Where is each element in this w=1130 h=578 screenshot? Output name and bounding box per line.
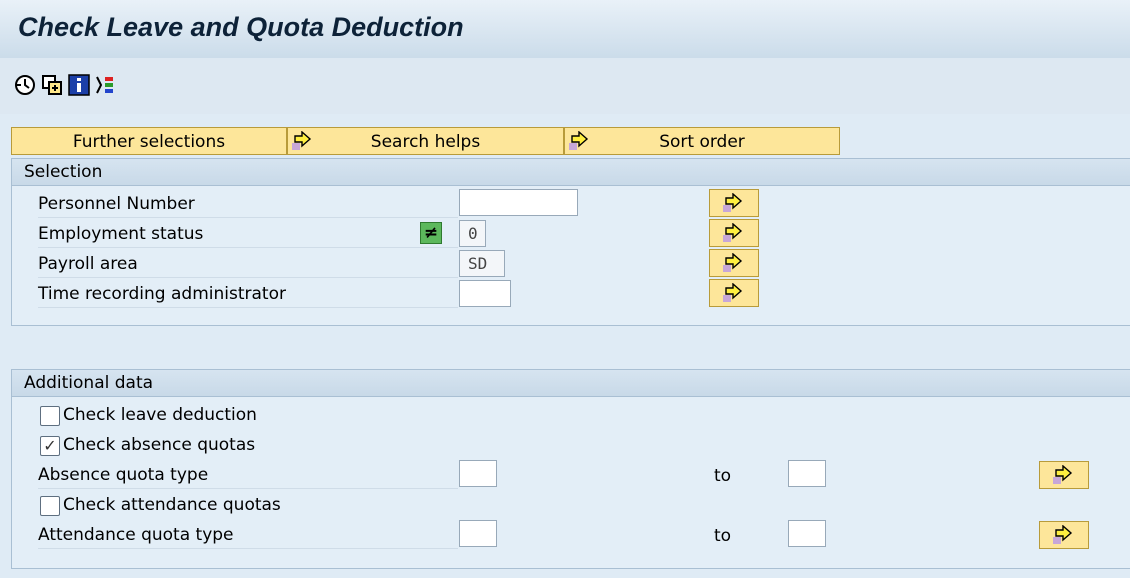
execute-icon[interactable] <box>14 74 36 96</box>
absence-quota-type-from-input[interactable] <box>459 460 497 487</box>
check-attendance-quotas-checkbox[interactable] <box>40 496 60 516</box>
check-absence-quotas-label: Check absence quotas <box>63 435 256 455</box>
arrow-right-icon <box>723 253 743 272</box>
payroll-area-input[interactable]: SD <box>459 250 505 277</box>
info-icon[interactable] <box>68 74 90 96</box>
employment-status-multiple-selection-button[interactable] <box>709 219 759 247</box>
arrow-right-icon <box>1053 465 1073 484</box>
further-selections-label: Further selections <box>72 132 226 152</box>
check-leave-deduction-checkbox[interactable] <box>40 406 60 426</box>
additional-data-group: Additional data Check leave deduction ✓ … <box>11 369 1130 569</box>
check-attendance-quotas-label: Check attendance quotas <box>63 495 281 515</box>
time-recording-administrator-input[interactable] <box>459 280 511 307</box>
personnel-number-multiple-selection-button[interactable] <box>709 189 759 217</box>
sort-order-button[interactable]: Sort order <box>564 127 840 155</box>
further-selections-button[interactable]: Further selections <box>11 127 287 155</box>
payroll-area-label: Payroll area <box>38 250 458 278</box>
arrow-right-icon <box>723 283 743 302</box>
search-helps-button[interactable]: Search helps <box>287 127 564 155</box>
arrow-right-icon <box>1053 525 1073 544</box>
selection-options-icon[interactable] <box>94 74 116 96</box>
selection-group: Selection Personnel Number Employment st… <box>11 158 1130 326</box>
check-leave-deduction-label: Check leave deduction <box>63 405 257 425</box>
employment-status-input[interactable]: 0 <box>459 220 486 247</box>
personnel-number-input[interactable] <box>459 189 578 216</box>
time-recording-administrator-label: Time recording administrator <box>38 280 458 308</box>
check-absence-quotas-checkbox[interactable]: ✓ <box>40 436 60 456</box>
payroll-area-multiple-selection-button[interactable] <box>709 249 759 277</box>
selection-group-header: Selection <box>12 159 1130 186</box>
attendance-quota-type-label: Attendance quota type <box>38 521 458 549</box>
attendance-quota-type-to-input[interactable] <box>788 520 826 547</box>
attendance-quota-type-from-input[interactable] <box>459 520 497 547</box>
sort-order-label: Sort order <box>659 132 745 152</box>
additional-data-group-title: Additional data <box>24 373 154 393</box>
selection-group-title: Selection <box>24 162 103 182</box>
get-variant-icon[interactable] <box>41 74 63 96</box>
additional-data-group-header: Additional data <box>12 370 1130 397</box>
page-title: Check Leave and Quota Deduction <box>18 12 464 42</box>
application-toolbar <box>0 58 1130 114</box>
absence-quota-type-label: Absence quota type <box>38 461 458 489</box>
absence-quota-type-to-input[interactable] <box>788 460 826 487</box>
title-bar: Check Leave and Quota Deduction <box>0 0 1130 59</box>
arrow-right-icon <box>723 193 743 212</box>
personnel-number-label: Personnel Number <box>38 190 458 218</box>
employment-status-label: Employment status <box>38 220 458 248</box>
arrow-right-icon <box>723 223 743 242</box>
not-equal-icon[interactable]: ≠ <box>420 222 442 244</box>
absence-quota-type-to-label: to <box>714 466 732 486</box>
attendance-quota-type-multiple-selection-button[interactable] <box>1039 521 1089 549</box>
time-recording-administrator-multiple-selection-button[interactable] <box>709 279 759 307</box>
search-helps-label: Search helps <box>370 132 481 152</box>
attendance-quota-type-to-label: to <box>714 526 732 546</box>
absence-quota-type-multiple-selection-button[interactable] <box>1039 461 1089 489</box>
